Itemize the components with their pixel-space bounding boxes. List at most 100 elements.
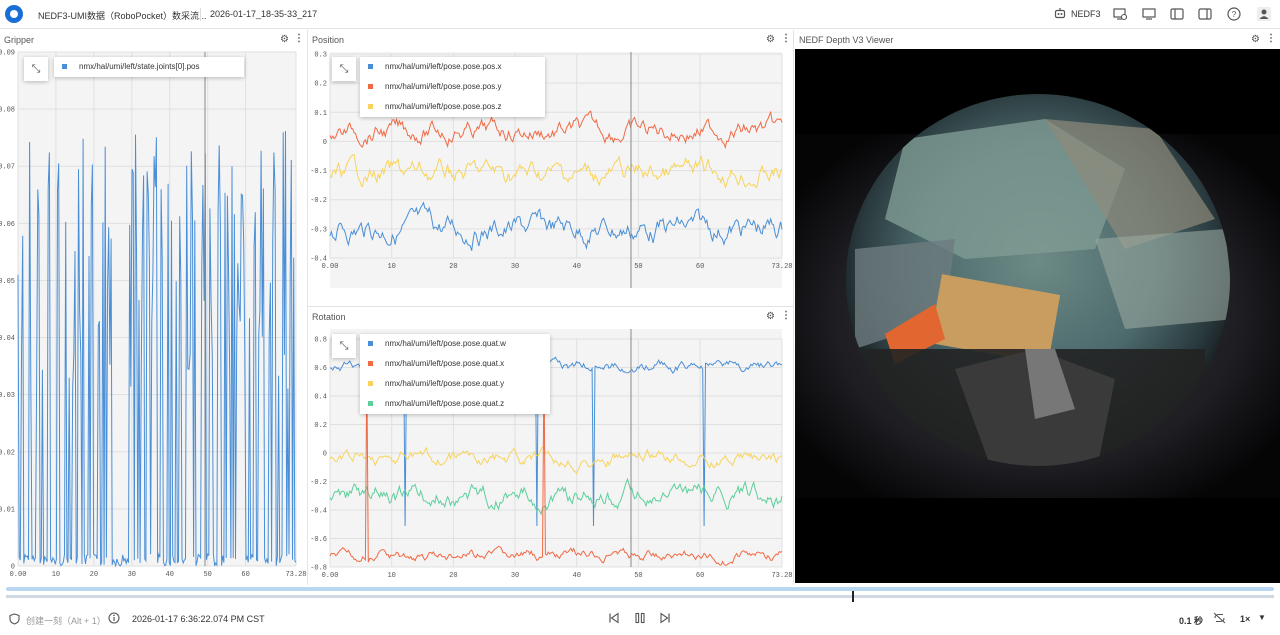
skip-back-icon[interactable] <box>608 612 620 626</box>
x-tick-label: 30 <box>511 263 519 271</box>
x-tick-label: 10 <box>387 572 395 580</box>
recording-timestamp: 2026-01-17_18-35-33_217 <box>210 9 318 19</box>
gripper-panel-header: Gripper ⚙ ⋮ <box>0 30 307 49</box>
legend-item[interactable]: nmx/hal/umi/left/pose.pose.quat.w <box>360 334 550 354</box>
series-swatch <box>368 64 373 69</box>
y-tick-label: 0.1 <box>314 110 327 118</box>
collapse-icon[interactable]: ⤡ <box>24 57 48 81</box>
step-size[interactable]: 0.1 秒 <box>1179 614 1203 627</box>
collapse-icon[interactable]: ⤡ <box>332 57 356 81</box>
current-time: 2026-01-17 6:36:22.074 PM CST <box>132 614 265 624</box>
x-tick-label: 0.00 <box>10 571 27 579</box>
y-tick-label: 0 <box>323 139 327 147</box>
user-icon[interactable] <box>1257 7 1271 23</box>
series-swatch <box>368 381 373 386</box>
app-title[interactable]: NEDF3-UMI数据（RoboPocket）数采流... <box>38 9 207 22</box>
y-tick-label: 0.3 <box>314 52 327 60</box>
more-icon[interactable]: ⋮ <box>294 33 304 44</box>
help-icon[interactable]: ? <box>1227 7 1241 23</box>
y-tick-label: 0.08 <box>0 107 15 115</box>
y-tick-label: -0.2 <box>310 479 327 487</box>
x-tick-label: 20 <box>90 571 98 579</box>
legend-item[interactable]: nmx/hal/umi/left/pose.pose.quat.z <box>360 394 550 414</box>
loop-icon[interactable] <box>1213 612 1226 626</box>
gripper-panel-title: Gripper <box>4 35 35 45</box>
timeline-cursor[interactable] <box>852 591 854 602</box>
x-tick-label: 40 <box>573 263 581 271</box>
y-tick-label: 0.8 <box>314 337 327 345</box>
position-panel-title: Position <box>312 35 345 45</box>
rotation-panel-title: Rotation <box>312 312 346 322</box>
collapse-icon[interactable]: ⤡ <box>332 334 356 358</box>
x-tick-label: 60 <box>696 263 704 271</box>
x-tick-label: 73.28 <box>771 572 792 580</box>
position-panel: Position ⚙ ⋮ 0.3 0.2 0.1 0 -0.1 -0.2 -0.3 -0.4 … <box>308 30 794 307</box>
settings-icon[interactable]: ⚙ <box>280 34 289 45</box>
layout-right-icon[interactable] <box>1198 7 1212 23</box>
legend-label: nmx/hal/umi/left/pose.pose.quat.y <box>385 379 505 388</box>
y-tick-label: -0.6 <box>310 536 327 544</box>
shield-icon[interactable] <box>9 613 20 627</box>
x-tick-label: 50 <box>634 263 642 271</box>
depth-viewer-panel: NEDF Depth V3 Viewer ⚙ ⋮ <box>795 30 1280 585</box>
series-swatch <box>368 401 373 406</box>
series-swatch <box>368 104 373 109</box>
legend-label: nmx/hal/umi/left/pose.pose.quat.x <box>385 359 505 368</box>
y-tick-label: 0.03 <box>0 392 15 400</box>
legend-item[interactable]: nmx/hal/umi/left/state.joints[0].pos <box>54 57 244 77</box>
settings-icon[interactable]: ⚙ <box>766 34 775 45</box>
x-tick-label: 30 <box>511 572 519 580</box>
legend-item[interactable]: nmx/hal/umi/left/pose.pose.pos.z <box>360 97 545 117</box>
series-swatch <box>368 361 373 366</box>
svg-text:?: ? <box>1232 10 1237 19</box>
layout-left-icon[interactable] <box>1170 7 1184 23</box>
y-tick-label: 0.02 <box>0 449 15 457</box>
profile-label[interactable]: NEDF3 <box>1071 9 1101 19</box>
y-tick-label: 0.07 <box>0 164 15 172</box>
rotation-panel: Rotation ⚙ ⋮ 0.8 0.6 0.4 0.2 0 -0.2 -0.4 -0.6 -0… <box>308 307 794 585</box>
y-tick-label: 0.06 <box>0 221 15 229</box>
x-tick-label: 0.00 <box>322 572 339 580</box>
settings-icon[interactable]: ⚙ <box>1251 34 1260 45</box>
x-tick-label: 10 <box>387 263 395 271</box>
legend-item[interactable]: nmx/hal/umi/left/pose.pose.quat.x <box>360 354 550 374</box>
top-bar: NEDF3-UMI数据（RoboPocket）数采流... 2026-01-17… <box>0 0 1280 29</box>
info-icon[interactable] <box>108 612 120 626</box>
camera-image[interactable] <box>795 49 1280 583</box>
position-legend[interactable]: nmx/hal/umi/left/pose.pose.pos.x nmx/hal… <box>360 57 545 117</box>
x-tick-label: 20 <box>449 263 457 271</box>
legend-item[interactable]: nmx/hal/umi/left/pose.pose.pos.x <box>360 57 545 77</box>
legend-item[interactable]: nmx/hal/umi/left/pose.pose.quat.y <box>360 374 550 394</box>
y-tick-label: -0.4 <box>310 508 327 516</box>
series-swatch <box>62 64 67 69</box>
viewer-panel-title: NEDF Depth V3 Viewer <box>799 35 894 45</box>
more-icon[interactable]: ⋮ <box>781 33 791 44</box>
gripper-plot[interactable]: 0.090.080.070.060.050.040.030.020.010 0.… <box>0 49 308 585</box>
more-icon[interactable]: ⋮ <box>781 310 791 321</box>
logo-icon[interactable] <box>5 5 23 23</box>
rotation-legend[interactable]: nmx/hal/umi/left/pose.pose.quat.w nmx/ha… <box>360 334 550 414</box>
robot-icon[interactable] <box>1054 7 1066 21</box>
monitor-add-icon[interactable] <box>1113 7 1128 23</box>
viewer-panel-header: NEDF Depth V3 Viewer ⚙ ⋮ <box>795 30 1280 49</box>
x-tick-label: 50 <box>634 572 642 580</box>
buffer-bar <box>6 587 1274 591</box>
gripper-legend[interactable]: nmx/hal/umi/left/state.joints[0].pos <box>54 57 244 77</box>
timeline-track[interactable] <box>6 595 1274 598</box>
y-tick-label: 0 <box>323 451 327 459</box>
y-tick-label: 0.09 <box>0 50 15 58</box>
legend-item[interactable]: nmx/hal/umi/left/pose.pose.pos.y <box>360 77 545 97</box>
mark-moment-label[interactable]: 创建一刻（Alt + 1） <box>26 614 106 627</box>
dropdown-icon[interactable]: ▼ <box>1258 613 1266 622</box>
x-tick-label: 30 <box>128 571 136 579</box>
settings-icon[interactable]: ⚙ <box>766 311 775 322</box>
legend-label: nmx/hal/umi/left/pose.pose.quat.z <box>385 399 505 408</box>
pause-icon[interactable] <box>634 612 646 626</box>
x-tick-label: 60 <box>696 572 704 580</box>
legend-label: nmx/hal/umi/left/pose.pose.pos.x <box>385 62 502 71</box>
playback-bar: 创建一刻（Alt + 1） 2026-01-17 6:36:22.074 PM … <box>0 585 1280 635</box>
playback-speed[interactable]: 1× <box>1240 614 1250 624</box>
skip-forward-icon[interactable] <box>659 612 671 626</box>
monitor-icon[interactable] <box>1142 7 1156 23</box>
more-icon[interactable]: ⋮ <box>1266 33 1276 44</box>
